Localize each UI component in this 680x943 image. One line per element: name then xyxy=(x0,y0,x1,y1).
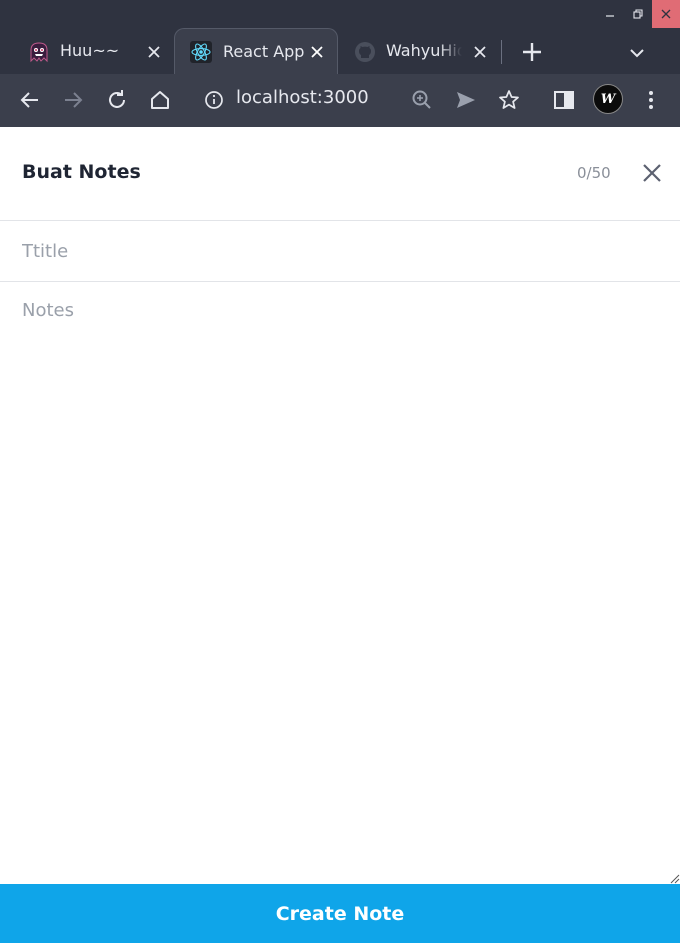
title-char-count: 0/50 xyxy=(577,164,611,182)
resize-grip-icon[interactable] xyxy=(668,872,680,884)
window-titlebar xyxy=(0,0,680,30)
back-arrow-icon[interactable] xyxy=(18,88,42,112)
modal-header: Buat Notes 0/50 xyxy=(0,127,680,221)
side-panel-icon[interactable] xyxy=(552,88,576,112)
note-modal: Buat Notes 0/50 Create Note xyxy=(0,127,680,943)
tab-strip: Huu~~ React App WahyuHid xyxy=(0,28,680,74)
close-icon xyxy=(661,9,671,19)
github-icon xyxy=(355,42,375,62)
chevron-down-icon[interactable] xyxy=(626,42,648,64)
bookmark-star-icon[interactable] xyxy=(497,88,521,112)
restore-window-button[interactable] xyxy=(624,0,652,28)
modal-title: Buat Notes xyxy=(22,161,141,183)
create-note-button[interactable]: Create Note xyxy=(0,884,680,943)
close-tab-icon[interactable] xyxy=(146,44,162,60)
browser-toolbar: localhost:3000 W xyxy=(0,74,680,127)
tab-react-app[interactable]: React App xyxy=(174,28,338,74)
note-title-input[interactable] xyxy=(0,221,680,282)
forward-arrow-icon[interactable] xyxy=(61,88,85,112)
new-tab-plus-icon[interactable] xyxy=(520,40,544,64)
note-body-textarea[interactable] xyxy=(0,282,680,884)
tab-label: WahyuHid xyxy=(386,41,462,60)
react-icon xyxy=(190,41,212,63)
profile-avatar[interactable]: W xyxy=(593,84,623,114)
address-bar-url[interactable]: localhost:3000 xyxy=(236,87,369,108)
tab-huu[interactable]: Huu~~ xyxy=(0,30,172,74)
tab-label: Huu~~ xyxy=(60,41,120,60)
tab-github[interactable]: WahyuHid xyxy=(340,30,500,74)
home-icon[interactable] xyxy=(148,88,172,112)
close-window-button[interactable] xyxy=(652,0,680,28)
restore-icon xyxy=(633,9,643,19)
minimize-window-button[interactable] xyxy=(596,0,624,28)
close-tab-icon[interactable] xyxy=(309,44,325,60)
zoom-icon[interactable] xyxy=(410,88,434,112)
reload-icon[interactable] xyxy=(105,88,129,112)
send-icon[interactable] xyxy=(454,88,478,112)
minimize-icon xyxy=(606,15,614,17)
profile-initials: W xyxy=(600,91,616,107)
ghost-icon xyxy=(30,42,48,63)
tab-separator xyxy=(501,40,502,64)
tab-label: React App xyxy=(223,42,305,61)
more-menu-icon[interactable] xyxy=(639,88,663,112)
site-info-icon[interactable] xyxy=(204,90,224,110)
close-modal-icon[interactable] xyxy=(640,161,664,185)
close-tab-icon[interactable] xyxy=(472,44,488,60)
